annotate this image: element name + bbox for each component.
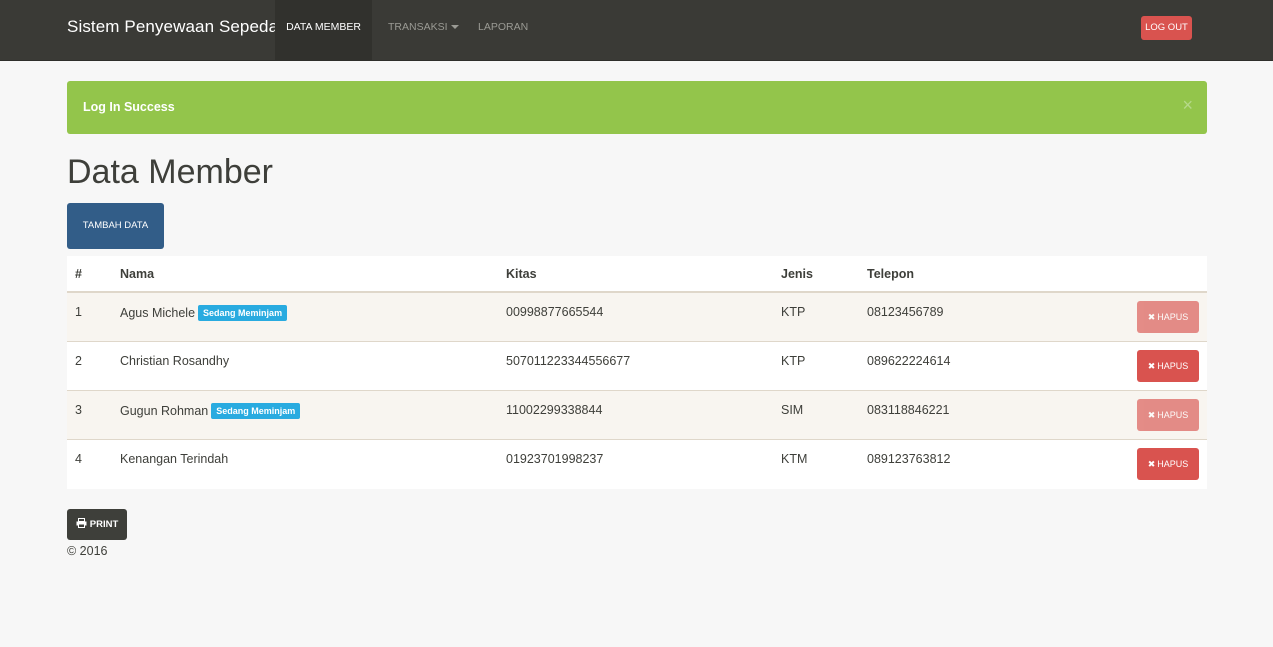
nav-data-member-label: DATA MEMBER — [286, 21, 361, 33]
footer-copyright: © 2016 — [67, 544, 108, 558]
member-name: Agus Michele — [120, 306, 196, 320]
cell-no: 4 — [75, 452, 82, 466]
logout-button[interactable]: LOG OUT — [1141, 16, 1192, 40]
cell-jenis: KTM — [781, 452, 808, 466]
header-nama: Nama — [120, 267, 155, 281]
delete-button[interactable]: ✖ HAPUS — [1137, 448, 1199, 480]
print-label: PRINT — [89, 519, 119, 530]
remove-icon: ✖ — [1147, 459, 1156, 469]
caret-down-icon — [450, 25, 459, 30]
delete-label: HAPUS — [1157, 410, 1189, 420]
cell-nama: Christian Rosandhy — [120, 354, 229, 368]
member-name: Gugun Rohman — [120, 404, 209, 418]
top-navbar: Sistem Penyewaan Sepeda DATA MEMBER TRAN… — [0, 0, 1273, 61]
cell-kitas: 01923701998237 — [506, 452, 604, 466]
nav-data-member[interactable]: DATA MEMBER — [275, 0, 372, 60]
table-row: 4 Kenangan Terindah 01923701998237 KTM 0… — [67, 440, 1207, 489]
member-table: # Nama Kitas Jenis Telepon 1 Agus Michel… — [67, 256, 1207, 489]
table-row: 1 Agus Michele Sedang Meminjam 0099887766… — [67, 293, 1207, 342]
add-member-button[interactable]: TAMBAH DATA — [67, 203, 164, 249]
alert-message: Log In Success — [83, 100, 175, 114]
brand[interactable]: Sistem Penyewaan Sepeda — [67, 17, 278, 37]
remove-icon: ✖ — [1147, 361, 1156, 371]
cell-jenis: KTP — [781, 354, 806, 368]
header-telepon: Telepon — [867, 267, 914, 281]
nav-transaksi-label: TRANSAKSI — [388, 21, 448, 33]
print-icon — [76, 518, 87, 529]
cell-nama: Gugun Rohman Sedang Meminjam — [120, 403, 301, 419]
table-row: 2 Christian Rosandhy 507011223344556677 … — [67, 342, 1207, 391]
cell-no: 3 — [75, 403, 82, 417]
delete-button[interactable]: ✖ HAPUS — [1137, 301, 1199, 333]
delete-label: HAPUS — [1157, 459, 1189, 469]
delete-button[interactable]: ✖ HAPUS — [1137, 350, 1199, 382]
cell-telepon: 083118846221 — [867, 403, 950, 417]
nav-laporan-label: LAPORAN — [478, 21, 529, 33]
nav-transaksi-dropdown[interactable]: TRANSAKSI — [388, 0, 459, 60]
header-kitas: Kitas — [506, 267, 537, 281]
status-badge: Sedang Meminjam — [211, 403, 301, 419]
status-badge: Sedang Meminjam — [198, 305, 288, 321]
cell-kitas: 11002299338844 — [506, 403, 603, 417]
cell-telepon: 08123456789 — [867, 305, 944, 319]
delete-label: HAPUS — [1157, 312, 1189, 322]
cell-kitas: 00998877665544 — [506, 305, 604, 319]
table-row: 3 Gugun Rohman Sedang Meminjam 1100229933… — [67, 391, 1207, 440]
page-title: Data Member — [67, 153, 273, 191]
member-name: Kenangan Terindah — [120, 452, 229, 466]
header-no: # — [75, 267, 82, 281]
table-header: # Nama Kitas Jenis Telepon — [67, 256, 1207, 293]
success-alert: Log In Success × — [67, 81, 1207, 134]
cell-jenis: SIM — [781, 403, 804, 417]
cell-no: 2 — [75, 354, 82, 368]
remove-icon: ✖ — [1147, 410, 1156, 420]
cell-nama: Kenangan Terindah — [120, 452, 228, 466]
cell-telepon: 089123763812 — [867, 452, 951, 466]
cell-jenis: KTP — [781, 305, 806, 319]
cell-kitas: 507011223344556677 — [506, 354, 631, 368]
member-name: Christian Rosandhy — [120, 354, 230, 368]
delete-button[interactable]: ✖ HAPUS — [1137, 399, 1199, 431]
cell-no: 1 — [75, 305, 82, 319]
close-icon[interactable]: × — [1182, 95, 1193, 115]
header-jenis: Jenis — [781, 267, 813, 281]
nav-laporan[interactable]: LAPORAN — [478, 0, 528, 60]
cell-telepon: 089622224614 — [867, 354, 951, 368]
cell-nama: Agus Michele Sedang Meminjam — [120, 305, 288, 321]
remove-icon: ✖ — [1147, 312, 1156, 322]
print-button[interactable]: PRINT — [67, 509, 127, 540]
delete-label: HAPUS — [1157, 361, 1189, 371]
